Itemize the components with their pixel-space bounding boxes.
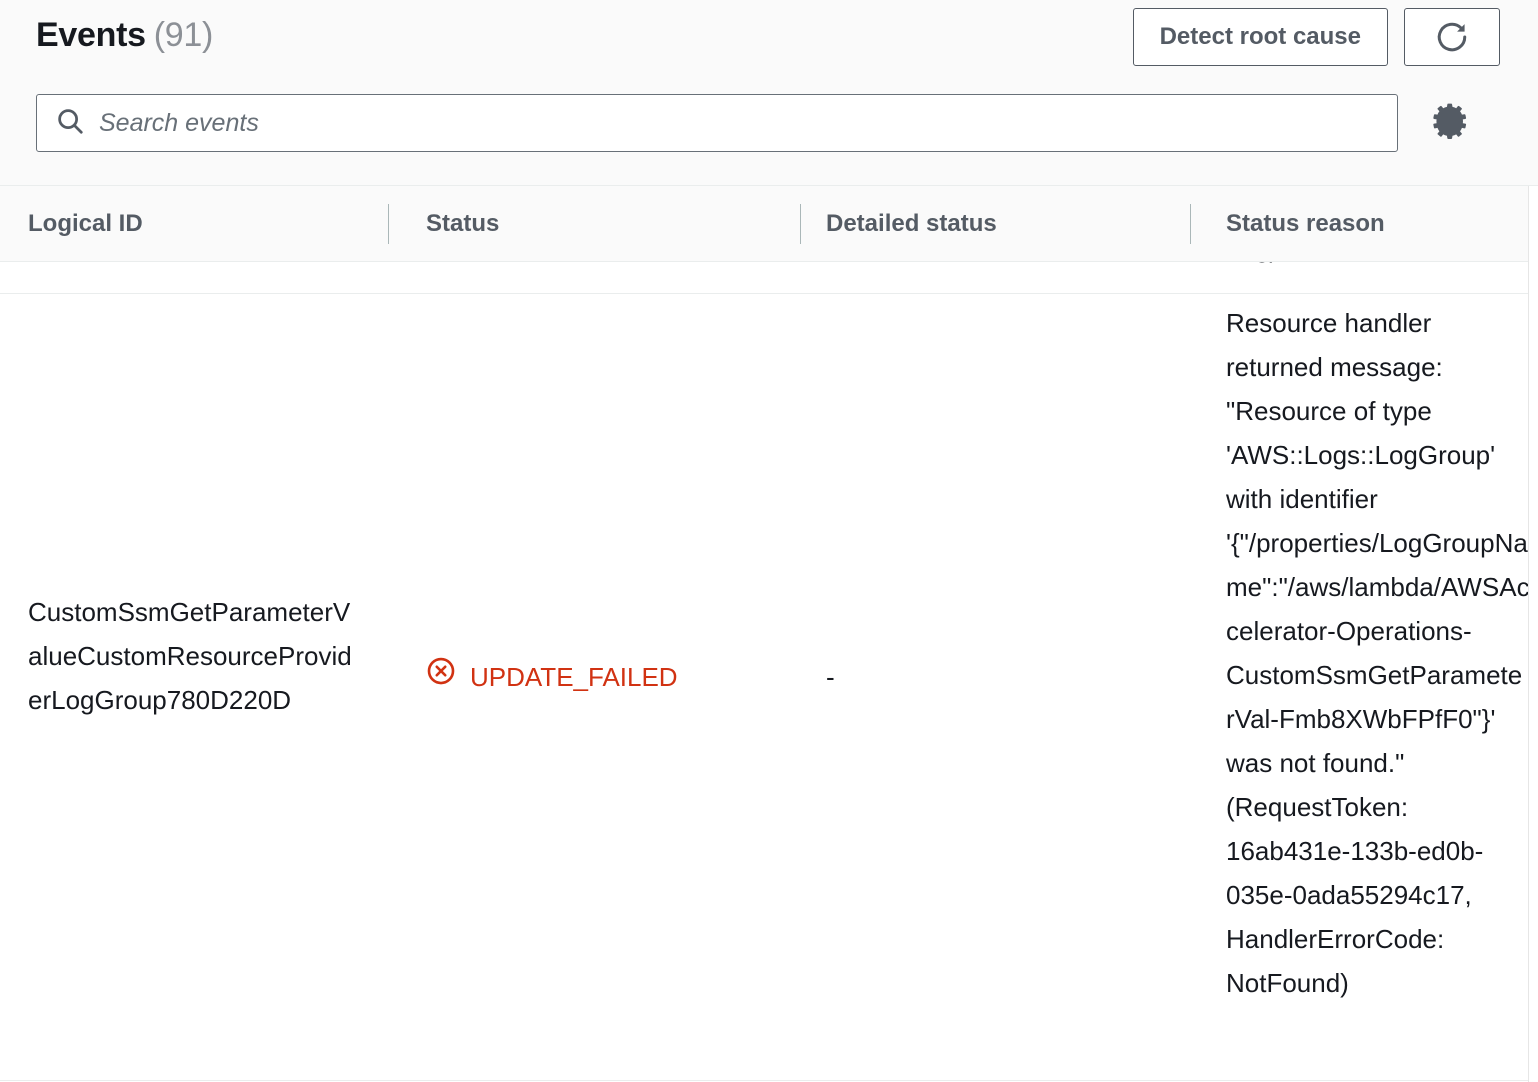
events-table: Logical ID Status Detailed status Status… bbox=[0, 186, 1538, 1082]
detect-root-cause-button[interactable]: Detect root cause bbox=[1132, 8, 1388, 66]
column-divider bbox=[800, 204, 801, 244]
cell-status-reason: Resource handler returned message: "Reso… bbox=[1226, 308, 1530, 998]
clipped-status-reason-text: Log) bbox=[1226, 262, 1526, 270]
column-header-detailed-status[interactable]: Detailed status bbox=[800, 186, 997, 262]
table-header-row: Logical ID Status Detailed status Status… bbox=[0, 186, 1538, 262]
status-badge-label: UPDATE_FAILED bbox=[470, 662, 678, 692]
column-divider bbox=[388, 204, 389, 244]
cell-status: UPDATE_FAILED bbox=[426, 655, 776, 699]
column-header-status[interactable]: Status bbox=[388, 186, 499, 262]
gear-icon bbox=[1433, 103, 1471, 144]
events-panel: Events (91) Detect root cause Search eve… bbox=[0, 0, 1538, 1082]
search-input[interactable] bbox=[99, 95, 1397, 151]
refresh-icon bbox=[1434, 19, 1470, 55]
refresh-button[interactable] bbox=[1404, 8, 1500, 66]
table-row[interactable]: CustomSsmGetParameterValueCustomResource… bbox=[0, 295, 1538, 1081]
error-circle-x-icon bbox=[426, 655, 456, 699]
cell-detailed-status: - bbox=[826, 662, 835, 692]
page-title-text: Events bbox=[36, 16, 146, 54]
search-icon bbox=[55, 106, 85, 141]
column-divider bbox=[1190, 204, 1191, 244]
column-header-label: Detailed status bbox=[826, 210, 997, 237]
header-actions: Detect root cause bbox=[1132, 8, 1500, 66]
search-row bbox=[36, 92, 1518, 154]
title-row: Events (91) Detect root cause bbox=[36, 4, 1518, 68]
table-settings-button[interactable] bbox=[1430, 101, 1474, 145]
page-title: Events (91) bbox=[36, 16, 213, 55]
search-box[interactable] bbox=[36, 94, 1398, 152]
table-row-partial-above: Log) bbox=[0, 262, 1538, 294]
column-header-label: Status reason bbox=[1226, 210, 1385, 237]
scrollbar-thumb[interactable] bbox=[1530, 186, 1538, 486]
cell-logical-id: CustomSsmGetParameterValueCustomResource… bbox=[28, 597, 352, 715]
column-header-label: Logical ID bbox=[28, 210, 143, 237]
panel-header: Events (91) Detect root cause bbox=[0, 0, 1538, 186]
column-header-logical-id[interactable]: Logical ID bbox=[28, 186, 143, 262]
vertical-scrollbar[interactable] bbox=[1528, 186, 1538, 1082]
column-header-label: Status bbox=[426, 210, 500, 237]
events-count: (91) bbox=[153, 16, 214, 54]
column-header-status-reason[interactable]: Status reason bbox=[1190, 186, 1385, 262]
